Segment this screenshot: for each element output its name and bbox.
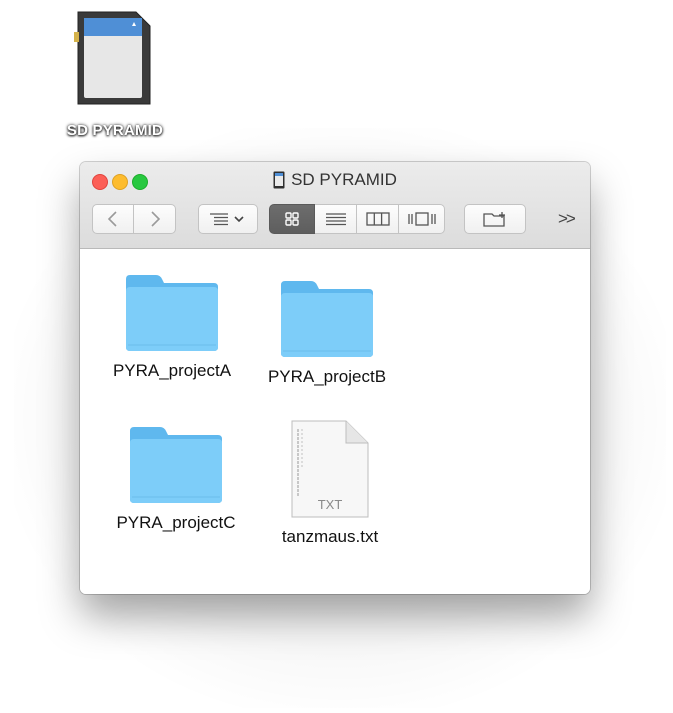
list-view-button[interactable] (315, 204, 357, 234)
folder-item[interactable]: PYRA_projectC (101, 423, 251, 533)
arrange-button[interactable] (198, 204, 258, 234)
toolbar-overflow-button[interactable]: >> (558, 209, 576, 229)
sd-card-icon[interactable] (70, 4, 160, 109)
list-view-icon (325, 213, 346, 226)
chevron-left-icon (107, 211, 117, 227)
folder-icon (130, 427, 222, 503)
desktop-volume-label[interactable]: SD PYRAMID (50, 122, 180, 139)
icon-view-button[interactable] (269, 204, 315, 234)
finder-window: SD PYRAMID >> PYRA_projectA PYRA_project… (80, 162, 590, 594)
file-name: PYRA_projectB (267, 367, 387, 386)
new-folder-button[interactable] (464, 204, 526, 234)
folder-item[interactable]: PYRA_projectA (97, 271, 247, 381)
folder-icon (281, 281, 373, 357)
text-file-icon: TXT (291, 420, 369, 518)
sd-card-small-icon (273, 171, 285, 189)
file-name: tanzmaus.txt (281, 527, 379, 546)
window-toolbar: SD PYRAMID >> (80, 162, 590, 249)
forward-button[interactable] (134, 204, 176, 234)
folder-item[interactable]: PYRA_projectB (252, 277, 402, 387)
chevron-right-icon (150, 211, 160, 227)
window-title: SD PYRAMID (291, 170, 397, 189)
file-name: PYRA_projectC (116, 513, 236, 532)
cover-flow-button[interactable] (399, 204, 445, 234)
file-item[interactable]: TXT tanzmaus.txt (255, 419, 405, 547)
column-view-button[interactable] (357, 204, 399, 234)
window-title-bar: SD PYRAMID (80, 170, 590, 190)
back-button[interactable] (92, 204, 134, 234)
cover-flow-icon (407, 212, 436, 226)
file-name: PYRA_projectA (112, 361, 232, 380)
file-type-badge: TXT (318, 497, 343, 512)
arrange-menu-icon (210, 213, 244, 226)
icon-view-icon (285, 212, 299, 226)
new-folder-icon (483, 212, 505, 227)
column-view-icon (365, 212, 390, 226)
folder-icon (126, 275, 218, 351)
file-area: PYRA_projectA PYRA_projectB PYRA_project… (80, 249, 590, 594)
